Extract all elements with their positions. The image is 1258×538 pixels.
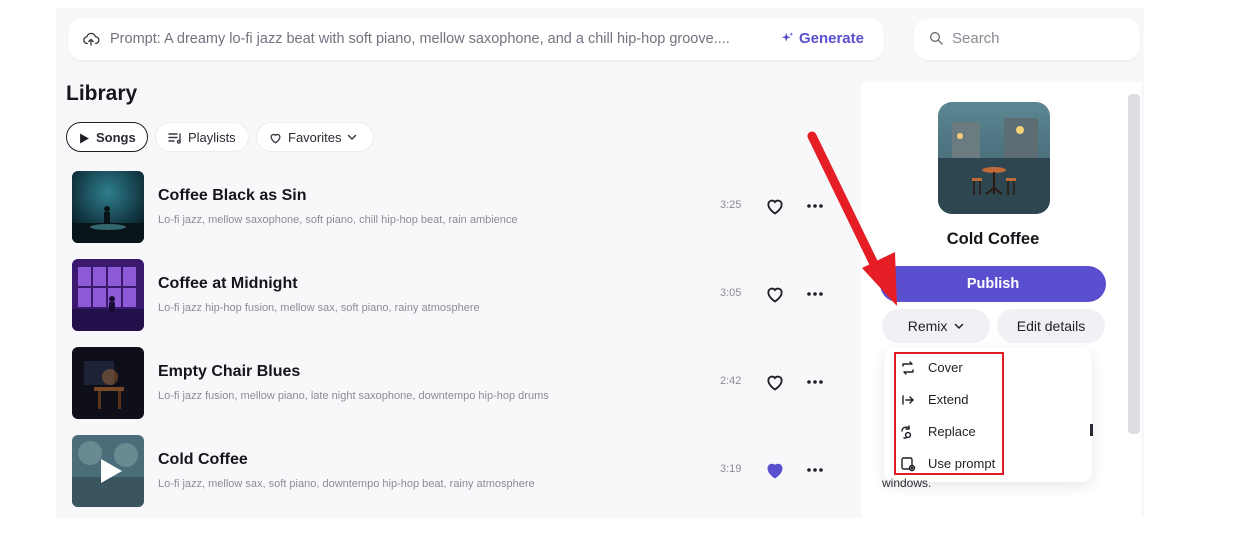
play-icon xyxy=(80,133,89,144)
song-duration: 3:25 xyxy=(720,199,742,211)
panel-scrollbar[interactable] xyxy=(1128,94,1140,434)
song-tags: Lo-fi jazz, mellow sax, soft piano, down… xyxy=(158,478,535,490)
song-tags: Lo-fi jazz hip-hop fusion, mellow sax, s… xyxy=(158,302,480,314)
more-options-icon[interactable] xyxy=(806,372,824,392)
text-fragment xyxy=(1090,424,1093,436)
prompt-input[interactable]: Prompt: A dreamy lo-fi jazz beat with so… xyxy=(110,18,826,60)
song-title: Coffee Black as Sin xyxy=(158,187,307,204)
prompt-bar[interactable]: Prompt: A dreamy lo-fi jazz beat with so… xyxy=(68,18,884,60)
liked-heart-icon[interactable] xyxy=(765,460,785,480)
more-options-icon[interactable] xyxy=(806,196,824,216)
song-tags: Lo-fi jazz fusion, mellow piano, late ni… xyxy=(158,390,549,402)
publish-button[interactable]: Publish xyxy=(880,266,1106,302)
chevron-down-icon xyxy=(348,134,357,141)
song-thumbnail[interactable] xyxy=(72,259,144,331)
generate-label: Generate xyxy=(798,30,864,47)
more-options-icon[interactable] xyxy=(806,460,824,480)
tab-songs-label: Songs xyxy=(96,130,136,145)
library-title: Library xyxy=(66,82,138,105)
tab-playlists[interactable]: Playlists xyxy=(155,122,249,152)
like-icon[interactable] xyxy=(765,284,785,304)
search-icon xyxy=(930,32,943,45)
remix-button[interactable]: Remix xyxy=(882,309,990,343)
tab-songs[interactable]: Songs xyxy=(66,122,148,152)
song-row[interactable]: Coffee at Midnight Lo-fi jazz hip-hop fu… xyxy=(72,259,842,331)
panel-description-text: windows. xyxy=(882,476,932,490)
cover-art xyxy=(938,102,1050,214)
song-thumbnail[interactable] xyxy=(72,347,144,419)
song-duration: 3:19 xyxy=(720,463,742,475)
search-input[interactable]: Search xyxy=(952,18,1000,60)
like-icon[interactable] xyxy=(765,196,785,216)
search-box[interactable]: Search xyxy=(914,18,1140,60)
cloud-upload-icon xyxy=(83,32,100,46)
song-thumbnail[interactable] xyxy=(72,171,144,243)
song-title: Coffee at Midnight xyxy=(158,275,298,292)
song-row[interactable]: Empty Chair Blues Lo-fi jazz fusion, mel… xyxy=(72,347,842,419)
playlist-icon xyxy=(168,133,181,144)
song-thumbnail[interactable] xyxy=(72,435,144,507)
like-icon[interactable] xyxy=(765,372,785,392)
tab-favorites[interactable]: Favorites xyxy=(256,122,374,152)
sparkle-icon xyxy=(781,32,794,42)
generate-button[interactable]: Generate xyxy=(780,18,864,60)
song-tags: Lo-fi jazz, mellow saxophone, soft piano… xyxy=(158,214,518,226)
song-row[interactable]: Coffee Black as Sin Lo-fi jazz, mellow s… xyxy=(72,171,842,243)
song-title: Empty Chair Blues xyxy=(158,363,301,380)
song-row[interactable]: Cold Coffee Lo-fi jazz, mellow sax, soft… xyxy=(72,435,842,507)
edit-details-button[interactable]: Edit details xyxy=(997,309,1105,343)
heart-outline-icon xyxy=(270,133,281,144)
tab-favorites-label: Favorites xyxy=(288,130,342,145)
more-options-icon[interactable] xyxy=(806,284,824,304)
highlight-box xyxy=(894,352,1004,475)
song-title: Cold Coffee xyxy=(158,451,248,468)
tab-playlists-label: Playlists xyxy=(188,130,236,145)
remix-label: Remix xyxy=(907,318,948,334)
song-duration: 2:42 xyxy=(720,375,742,387)
panel-song-title: Cold Coffee xyxy=(946,230,1040,248)
chevron-down-icon xyxy=(955,323,964,330)
song-duration: 3:05 xyxy=(720,287,742,299)
